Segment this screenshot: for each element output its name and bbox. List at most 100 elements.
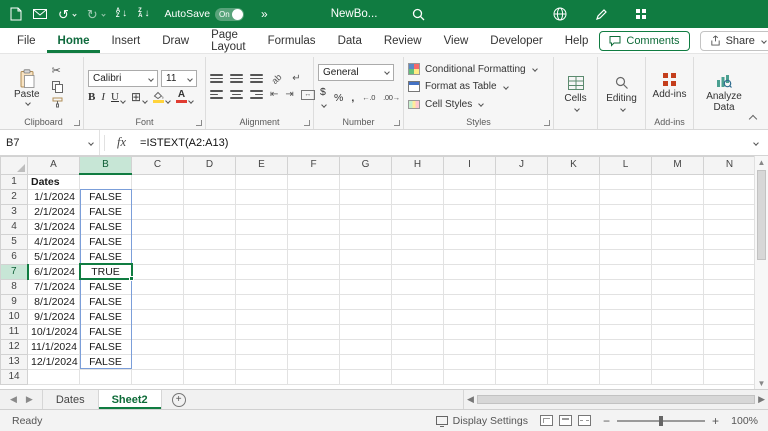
undo-button[interactable]: ↺ — [58, 8, 76, 21]
cell-E1[interactable] — [236, 174, 288, 189]
cell-J6[interactable] — [496, 249, 548, 264]
globe-icon[interactable] — [553, 7, 567, 21]
cell-G8[interactable] — [340, 279, 392, 294]
page-layout-view-button[interactable] — [559, 415, 572, 426]
row-header-12[interactable]: 12 — [1, 339, 28, 354]
tab-developer[interactable]: Developer — [479, 28, 553, 53]
sheet-nav-left-icon[interactable]: ◀ — [10, 394, 17, 405]
cell-E3[interactable] — [236, 204, 288, 219]
cell-J9[interactable] — [496, 294, 548, 309]
cell-D4[interactable] — [184, 219, 236, 234]
cell-J8[interactable] — [496, 279, 548, 294]
cell-H3[interactable] — [392, 204, 444, 219]
zoom-slider-thumb[interactable] — [659, 416, 663, 426]
cell-G14[interactable] — [340, 369, 392, 384]
cell-D8[interactable] — [184, 279, 236, 294]
cell-N10[interactable] — [704, 309, 756, 324]
align-top-icon[interactable] — [210, 74, 223, 83]
tab-page-layout[interactable]: Page Layout — [200, 28, 257, 53]
font-name-select[interactable]: Calibri — [88, 70, 158, 87]
increase-decimal-button[interactable]: ←.0 — [362, 93, 375, 102]
cell-I6[interactable] — [444, 249, 496, 264]
alignment-dialog-launcher[interactable] — [304, 120, 310, 126]
cell-E14[interactable] — [236, 369, 288, 384]
row-header-13[interactable]: 13 — [1, 354, 28, 369]
cells-button[interactable]: Cells — [558, 58, 593, 129]
cell-B2[interactable]: FALSE — [80, 189, 132, 204]
column-header-E[interactable]: E — [236, 157, 288, 175]
tab-home[interactable]: Home — [47, 28, 101, 53]
column-header-A[interactable]: A — [28, 157, 80, 175]
cell-E7[interactable] — [236, 264, 288, 279]
tab-data[interactable]: Data — [327, 28, 373, 53]
column-header-L[interactable]: L — [600, 157, 652, 175]
cell-C13[interactable] — [132, 354, 184, 369]
redo-button[interactable]: ↻ — [87, 8, 105, 21]
column-header-J[interactable]: J — [496, 157, 548, 175]
cell-I2[interactable] — [444, 189, 496, 204]
cell-N6[interactable] — [704, 249, 756, 264]
cell-M1[interactable] — [652, 174, 704, 189]
cell-N11[interactable] — [704, 324, 756, 339]
column-header-M[interactable]: M — [652, 157, 704, 175]
cell-N12[interactable] — [704, 339, 756, 354]
cell-I1[interactable] — [444, 174, 496, 189]
cell-M8[interactable] — [652, 279, 704, 294]
cell-D14[interactable] — [184, 369, 236, 384]
workbook-title[interactable]: NewBo... — [331, 8, 382, 20]
tab-insert[interactable]: Insert — [100, 28, 151, 53]
cell-L12[interactable] — [600, 339, 652, 354]
cell-B4[interactable]: FALSE — [80, 219, 132, 234]
row-header-10[interactable]: 10 — [1, 309, 28, 324]
cell-D12[interactable] — [184, 339, 236, 354]
cell-E13[interactable] — [236, 354, 288, 369]
cell-E11[interactable] — [236, 324, 288, 339]
currency-format-button[interactable]: $ — [320, 86, 326, 110]
column-header-C[interactable]: C — [132, 157, 184, 175]
cell-J12[interactable] — [496, 339, 548, 354]
cell-H6[interactable] — [392, 249, 444, 264]
cell-C2[interactable] — [132, 189, 184, 204]
addins-button[interactable]: Add-ins — [650, 58, 689, 115]
cell-K12[interactable] — [548, 339, 600, 354]
row-header-3[interactable]: 3 — [1, 204, 28, 219]
cell-B3[interactable]: FALSE — [80, 204, 132, 219]
cell-C10[interactable] — [132, 309, 184, 324]
align-bottom-icon[interactable] — [250, 74, 263, 83]
cell-K13[interactable] — [548, 354, 600, 369]
format-as-table-button[interactable]: Format as Table — [408, 78, 537, 95]
cell-F4[interactable] — [288, 219, 340, 234]
wrap-text-icon[interactable]: ↵ — [290, 74, 303, 84]
zoom-out-button[interactable]: − — [603, 416, 610, 426]
autosave-control[interactable]: AutoSave On — [165, 8, 245, 21]
cell-G9[interactable] — [340, 294, 392, 309]
cell-F8[interactable] — [288, 279, 340, 294]
cell-G7[interactable] — [340, 264, 392, 279]
cell-I8[interactable] — [444, 279, 496, 294]
cell-F14[interactable] — [288, 369, 340, 384]
cell-E8[interactable] — [236, 279, 288, 294]
cell-L13[interactable] — [600, 354, 652, 369]
new-sheet-button[interactable]: + — [172, 393, 186, 407]
cell-F9[interactable] — [288, 294, 340, 309]
column-header-N[interactable]: N — [704, 157, 756, 175]
more-commands-button[interactable]: » — [261, 8, 268, 20]
select-all-corner[interactable] — [1, 157, 28, 175]
row-header-1[interactable]: 1 — [1, 174, 28, 189]
cell-N7[interactable] — [704, 264, 756, 279]
scroll-down-icon[interactable]: ▼ — [758, 377, 766, 389]
pen-icon[interactable] — [595, 8, 608, 21]
cell-M11[interactable] — [652, 324, 704, 339]
cell-K11[interactable] — [548, 324, 600, 339]
sheet-tab-dates[interactable]: Dates — [42, 390, 99, 409]
cell-N3[interactable] — [704, 204, 756, 219]
cell-C6[interactable] — [132, 249, 184, 264]
increase-indent-icon[interactable]: ⇥ — [285, 90, 293, 100]
cell-E4[interactable] — [236, 219, 288, 234]
orientation-icon[interactable]: ab — [268, 70, 284, 86]
cell-F2[interactable] — [288, 189, 340, 204]
cell-L3[interactable] — [600, 204, 652, 219]
column-header-H[interactable]: H — [392, 157, 444, 175]
cell-N4[interactable] — [704, 219, 756, 234]
cell-I14[interactable] — [444, 369, 496, 384]
